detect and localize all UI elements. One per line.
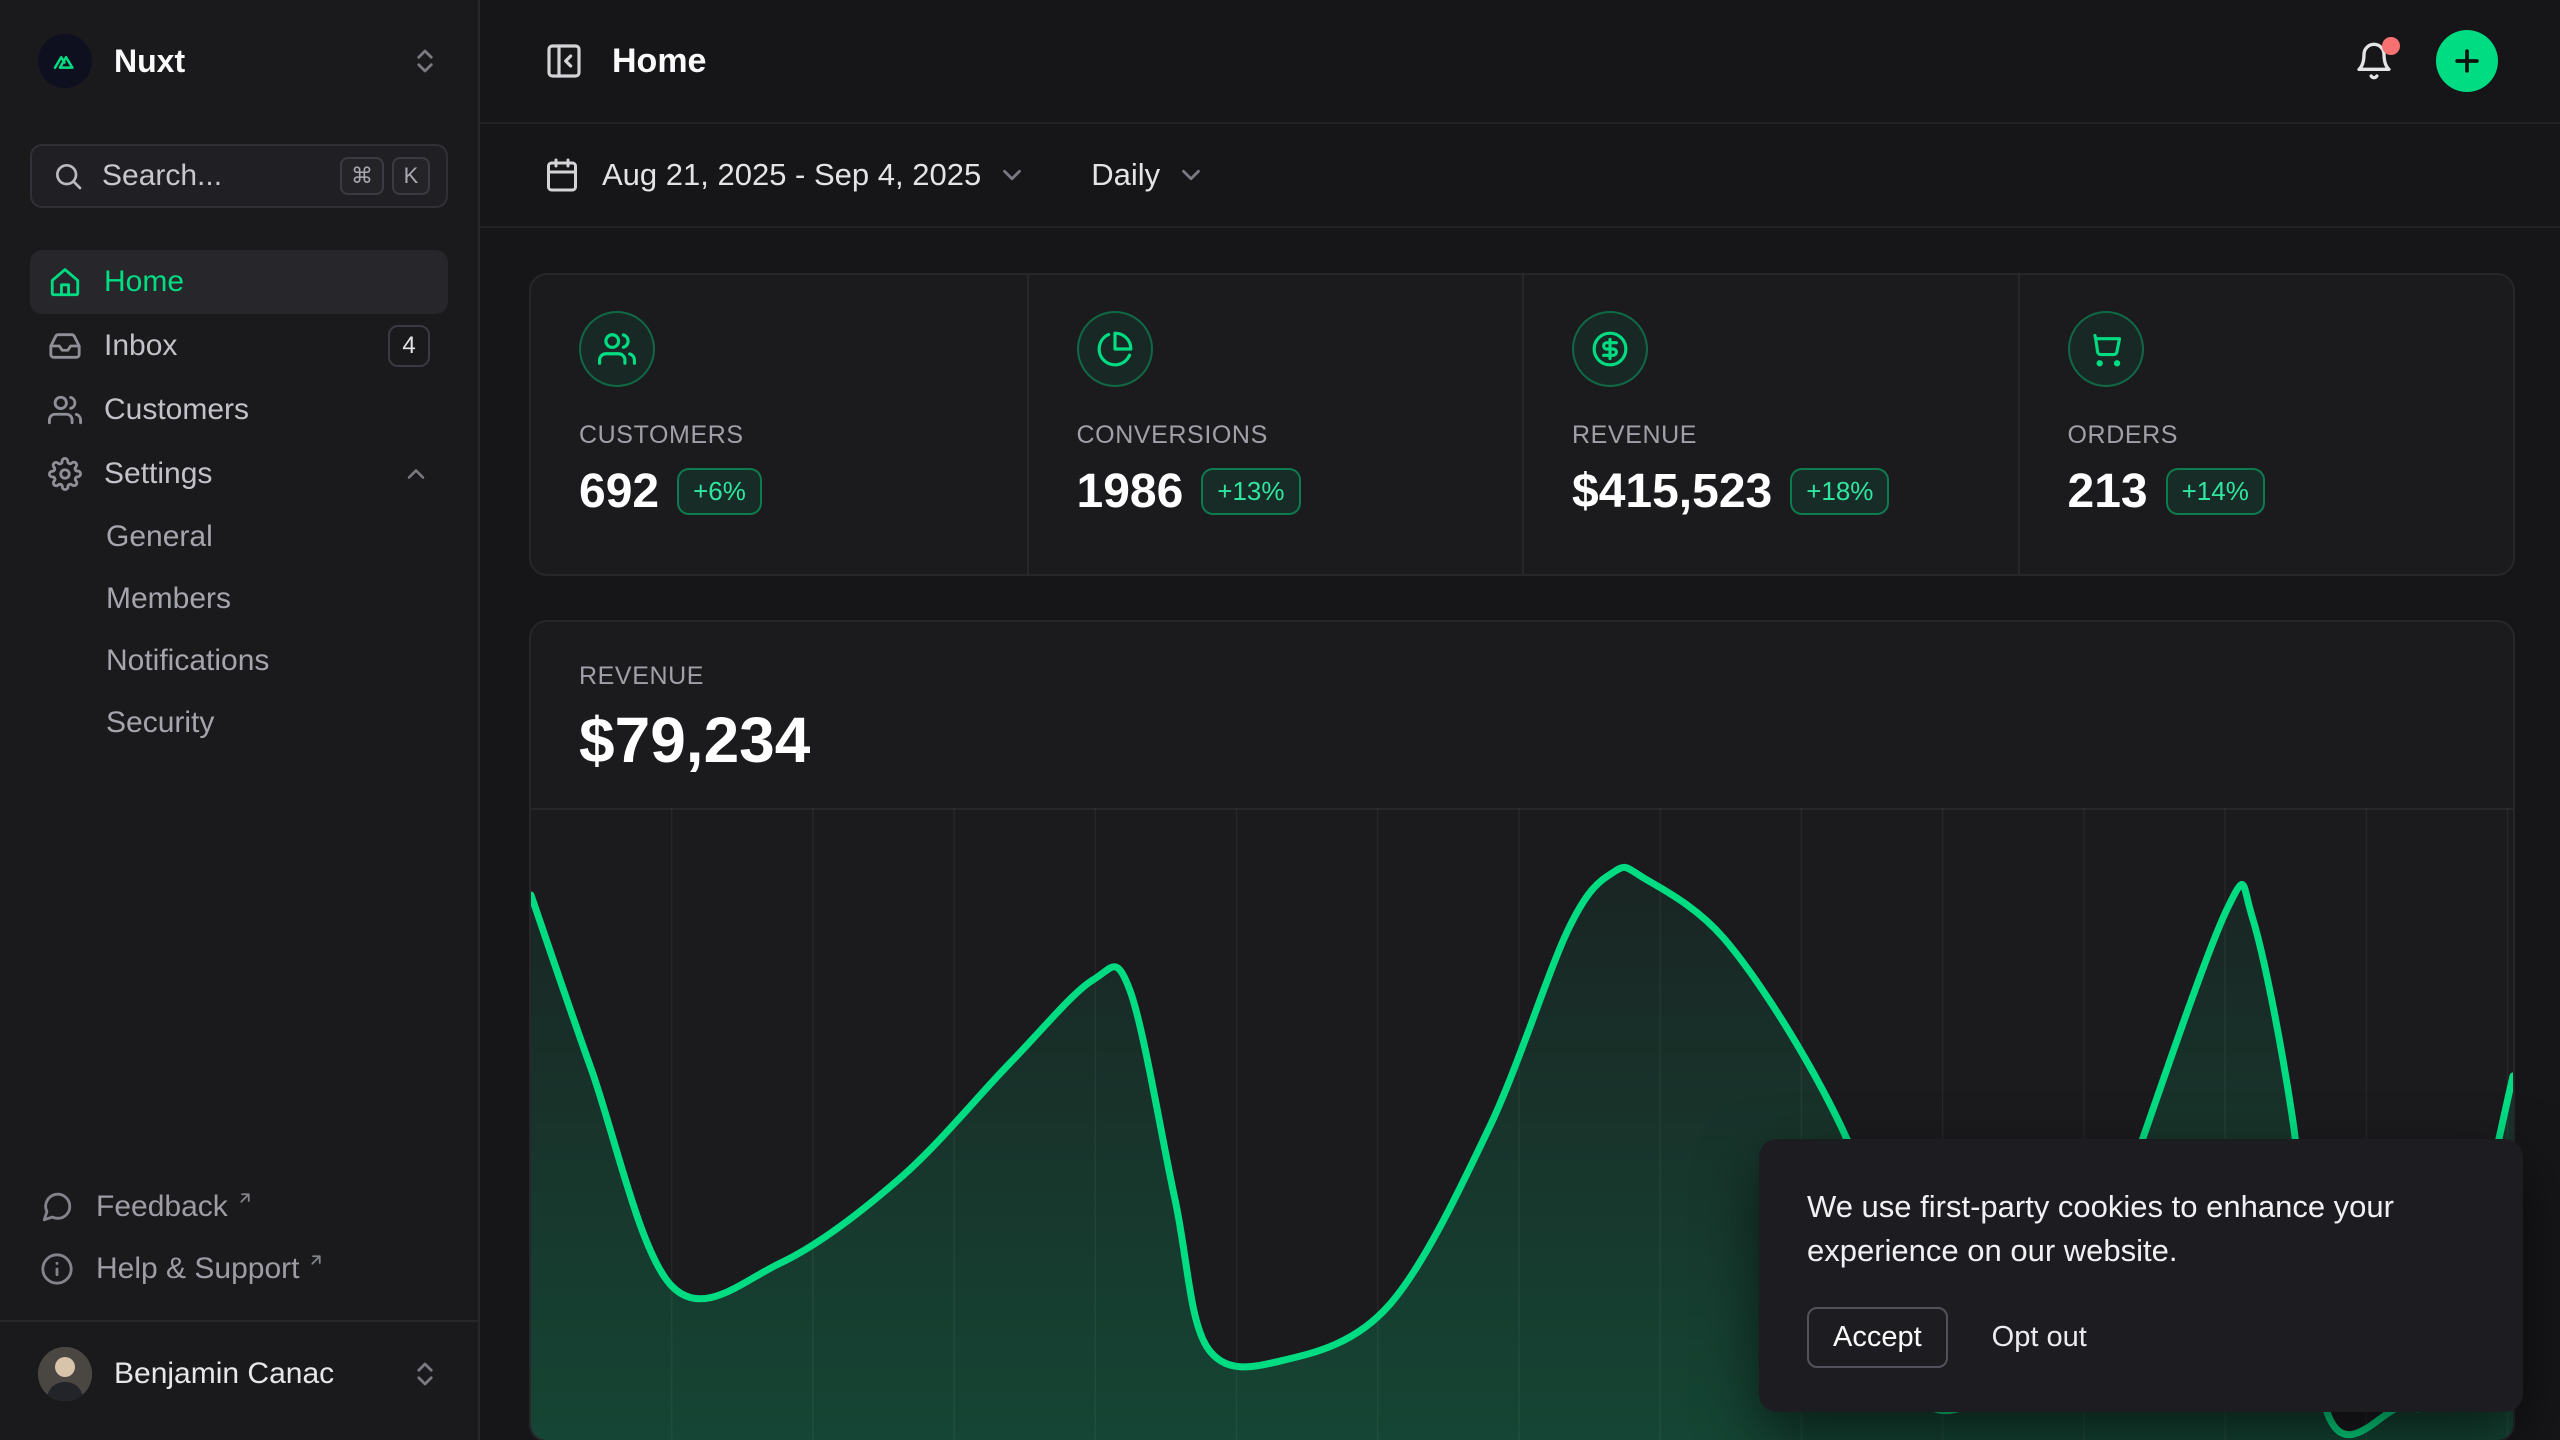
inbox-icon [48, 329, 82, 363]
sidebar-item-inbox[interactable]: Inbox 4 [30, 314, 448, 378]
stat-delta-badge: +13% [1201, 468, 1300, 515]
stat-label: ORDERS [2068, 421, 2466, 450]
revenue-label: REVENUE [579, 662, 2465, 691]
chat-bubble-icon [40, 1190, 74, 1224]
search-input[interactable]: Search... ⌘ K [30, 144, 448, 208]
chevron-down-icon [1176, 160, 1206, 190]
sidebar-subitem-members[interactable]: Members [30, 568, 448, 630]
dollar-circle-icon [1572, 311, 1648, 387]
granularity-select[interactable]: Daily [1091, 157, 1206, 193]
granularity-value: Daily [1091, 157, 1160, 193]
calendar-icon [544, 157, 580, 193]
stats-row: CUSTOMERS 692 +6% CONVERSIONS 1986 [529, 273, 2515, 576]
gear-icon [48, 457, 82, 491]
sidebar-nav: Home Inbox 4 C [30, 250, 448, 754]
stat-value: $415,523 [1572, 464, 1772, 519]
sidebar-subitem-security[interactable]: Security [30, 692, 448, 754]
kbd-k: K [392, 157, 430, 195]
sidebar-item-label: Home [104, 265, 184, 299]
workspace-switcher[interactable]: Nuxt [30, 28, 448, 94]
stat-value: 213 [2068, 464, 2148, 519]
plus-icon [2450, 44, 2484, 78]
user-select-chevrons-icon [410, 1359, 440, 1389]
search-icon [52, 160, 84, 192]
stat-card-conversions: CONVERSIONS 1986 +13% [1027, 275, 1523, 574]
users-icon [48, 393, 82, 427]
feedback-label: Feedback [96, 1190, 228, 1224]
external-link-icon [307, 1251, 325, 1269]
kbd-cmd: ⌘ [340, 157, 384, 195]
main-area: Home Aug 21, 2025 - [480, 0, 2560, 1440]
sidebar-item-home[interactable]: Home [30, 250, 448, 314]
sidebar-item-label: Customers [104, 393, 249, 427]
sidebar: Nuxt Search... ⌘ K [0, 0, 480, 1440]
stat-label: CONVERSIONS [1077, 421, 1475, 450]
opt-out-button[interactable]: Opt out [1992, 1321, 2087, 1354]
date-range-picker[interactable]: Aug 21, 2025 - Sep 4, 2025 [544, 157, 1027, 193]
avatar [38, 1347, 92, 1401]
sidebar-subitem-general[interactable]: General [30, 506, 448, 568]
stat-label: REVENUE [1572, 421, 1970, 450]
help-support-link[interactable]: Help & Support [30, 1238, 448, 1300]
stat-value: 1986 [1077, 464, 1184, 519]
sidebar-footer: Feedback Help & Support [30, 1176, 448, 1410]
workspace-select-chevrons-icon [410, 46, 440, 76]
sidebar-item-label: Inbox [104, 329, 388, 363]
notifications-button[interactable] [2354, 41, 2394, 81]
search-placeholder: Search... [102, 159, 340, 193]
stat-card-revenue: REVENUE $415,523 +18% [1522, 275, 2018, 574]
sidebar-collapse-button[interactable] [544, 41, 584, 81]
sidebar-subitem-notifications[interactable]: Notifications [30, 630, 448, 692]
user-menu[interactable]: Benjamin Canac [30, 1338, 448, 1410]
chevron-up-icon [402, 460, 430, 488]
user-name: Benjamin Canac [114, 1357, 410, 1391]
help-support-label: Help & Support [96, 1252, 299, 1286]
app-root: Nuxt Search... ⌘ K [0, 0, 2560, 1440]
add-button[interactable] [2436, 30, 2498, 92]
page-header: Home [480, 0, 2560, 124]
stat-delta-badge: +18% [1790, 468, 1889, 515]
stat-card-orders: ORDERS 213 +14% [2018, 275, 2514, 574]
inbox-count-badge: 4 [388, 325, 430, 367]
cart-icon [2068, 311, 2144, 387]
sidebar-item-customers[interactable]: Customers [30, 378, 448, 442]
external-link-icon [236, 1189, 254, 1207]
nuxt-logo-icon [38, 34, 92, 88]
chevron-down-icon [997, 160, 1027, 190]
cookie-message: We use first-party cookies to enhance yo… [1807, 1185, 2475, 1273]
dashboard-content: CUSTOMERS 692 +6% CONVERSIONS 1986 [480, 228, 2560, 1440]
date-range-value: Aug 21, 2025 - Sep 4, 2025 [602, 157, 981, 193]
stat-value: 692 [579, 464, 659, 519]
page-title: Home [612, 42, 706, 81]
revenue-value: $79,234 [579, 703, 2465, 777]
stat-label: CUSTOMERS [579, 421, 979, 450]
info-icon [40, 1252, 74, 1286]
brand-name: Nuxt [114, 43, 410, 80]
home-icon [48, 265, 82, 299]
cookie-banner: We use first-party cookies to enhance yo… [1759, 1139, 2523, 1412]
feedback-link[interactable]: Feedback [30, 1176, 448, 1238]
search-kbd-hints: ⌘ K [340, 157, 430, 195]
sidebar-item-label: Settings [104, 457, 402, 491]
users-icon [579, 311, 655, 387]
accept-button[interactable]: Accept [1807, 1307, 1948, 1368]
stat-delta-badge: +6% [677, 468, 762, 515]
notification-dot [2382, 37, 2400, 55]
sidebar-item-settings[interactable]: Settings [30, 442, 448, 506]
pie-chart-icon [1077, 311, 1153, 387]
stat-delta-badge: +14% [2166, 468, 2265, 515]
divider [0, 1320, 478, 1322]
filters-toolbar: Aug 21, 2025 - Sep 4, 2025 Daily [480, 124, 2560, 228]
stat-card-customers: CUSTOMERS 692 +6% [531, 275, 1027, 574]
